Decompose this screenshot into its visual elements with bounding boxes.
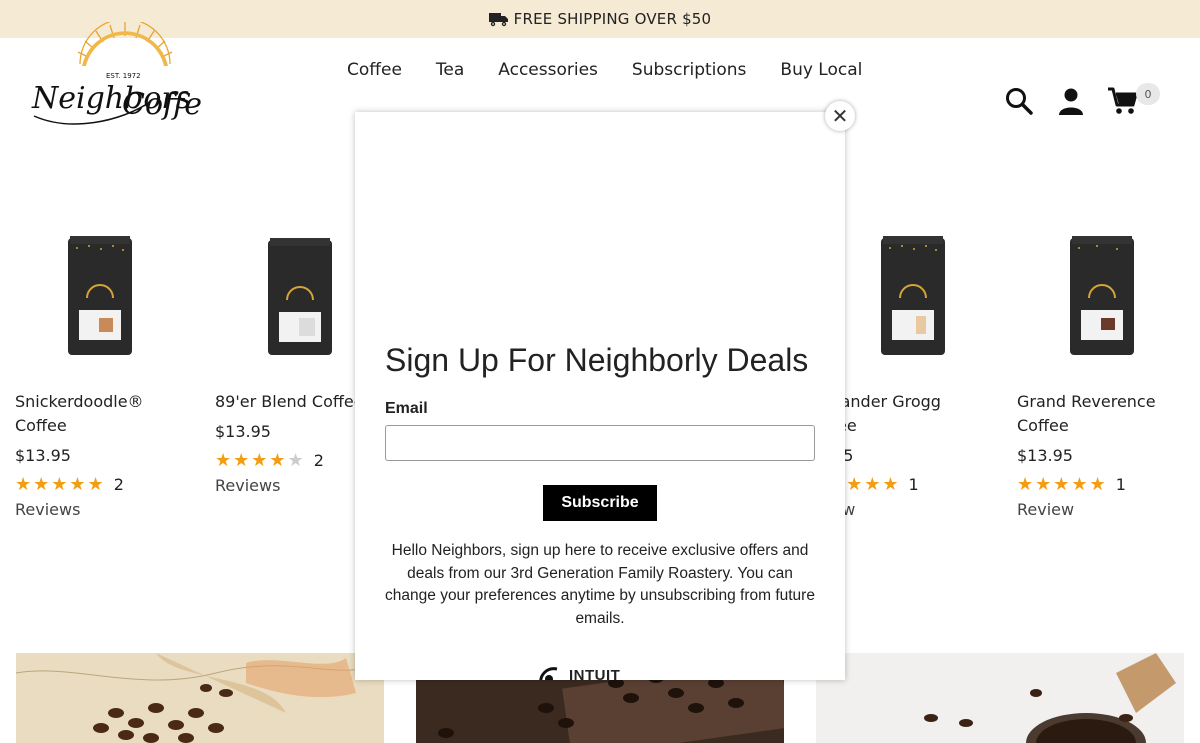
half-star-icon: ★ [287, 449, 306, 471]
svg-text:Coffee: Coffee [122, 87, 202, 122]
product-card[interactable]: Grand Reverence Coffee $13.95 ★★★★★ 1 Re… [1017, 228, 1187, 524]
product-card[interactable]: hlander Grogg ffee .95 ★★★★ 1 iew [826, 228, 998, 524]
intuit-mark-icon [539, 667, 558, 680]
close-icon: ✕ [831, 104, 849, 128]
banner-text: FREE SHIPPING OVER $50 [513, 10, 712, 28]
product-image[interactable] [15, 228, 185, 368]
newsletter-signup-modal: Sign Up For Neighborly Deals Email Subsc… [355, 112, 845, 680]
product-name[interactable]: Snickerdoodle® Coffee [15, 390, 185, 438]
product-rating: ★★★★★ 1 [1017, 472, 1187, 496]
product-name[interactable]: hlander Grogg ffee [826, 390, 998, 438]
review-count: 1 [908, 474, 919, 494]
account-icon[interactable] [1054, 84, 1088, 118]
subscribe-button[interactable]: Subscribe [543, 485, 657, 521]
signup-description: Hello Neighbors, sign up here to receive… [385, 542, 815, 627]
product-image[interactable] [1017, 228, 1187, 368]
product-image[interactable] [828, 228, 998, 368]
product-price: $13.95 [1017, 446, 1073, 465]
product-rating: ★★★★★ 2 [15, 472, 185, 496]
modal-title: Sign Up For Neighborly Deals [385, 342, 809, 378]
nav-item-buy-local[interactable]: Buy Local [780, 60, 862, 80]
cart-icon[interactable] [1106, 84, 1140, 118]
review-count: 2 [313, 450, 324, 470]
star-rating-icon: ★★★★ [215, 449, 288, 471]
close-modal-button[interactable]: ✕ [825, 101, 855, 131]
category-image-map-beans[interactable] [16, 653, 384, 743]
email-label: Email [385, 400, 428, 417]
product-name[interactable]: Grand Reverence Coffee [1017, 390, 1187, 438]
email-field[interactable] [385, 425, 815, 461]
header-icons [984, 84, 1160, 118]
product-price: $13.95 [15, 446, 71, 465]
main-nav: Coffee Tea Accessories Subscriptions Buy… [330, 60, 896, 80]
product-rating: ★★★★ 1 [828, 472, 998, 496]
category-image-scoop-beans[interactable] [816, 653, 1184, 743]
nav-item-subscriptions[interactable]: Subscriptions [632, 60, 746, 80]
product-card[interactable]: Snickerdoodle® Coffee $13.95 ★★★★★ 2 Rev… [15, 228, 185, 524]
neighbors-coffee-logo[interactable]: EST. 1972 Neighbors Coffee [30, 18, 220, 142]
truck-icon [488, 11, 509, 27]
product-price: .95 [828, 444, 998, 468]
search-icon[interactable] [1002, 84, 1036, 118]
cart-count-badge: 0 [1136, 83, 1160, 105]
svg-text:EST. 1972: EST. 1972 [106, 72, 141, 80]
review-count: 2 [113, 474, 124, 494]
star-rating-icon: ★★★★★ [15, 473, 106, 495]
intuit-logo: INTUIT [537, 665, 620, 680]
reviews-label[interactable]: Reviews [15, 496, 185, 524]
nav-item-tea[interactable]: Tea [436, 60, 464, 80]
review-count: 1 [1115, 474, 1126, 494]
nav-item-accessories[interactable]: Accessories [498, 60, 598, 80]
reviews-label[interactable]: Review [1017, 496, 1187, 524]
reviews-label[interactable]: iew [828, 496, 998, 524]
intuit-brand-text: INTUIT [569, 666, 621, 681]
star-rating-icon: ★★★★★ [1017, 473, 1108, 495]
nav-item-coffee[interactable]: Coffee [347, 60, 402, 80]
